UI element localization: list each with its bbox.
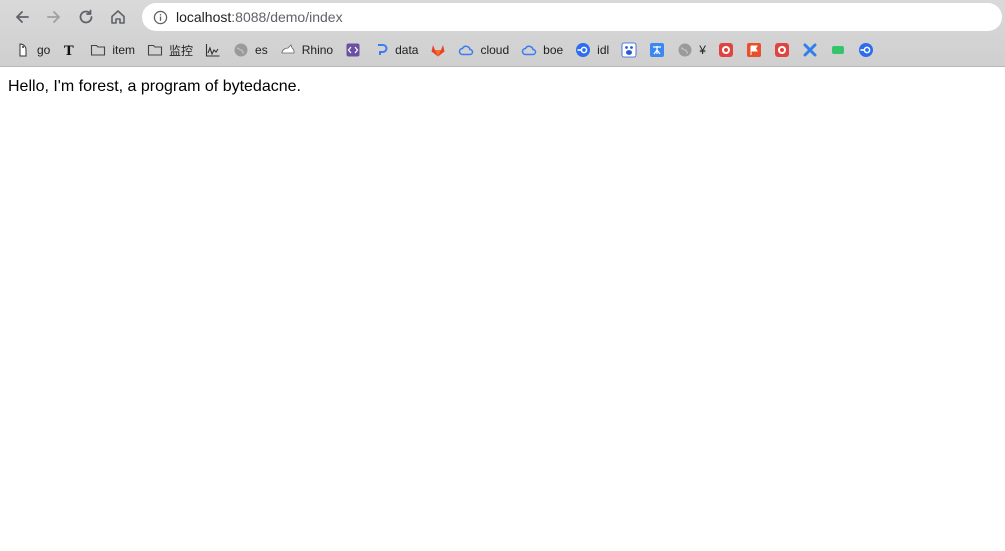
folder-icon [90, 42, 106, 58]
bookmark-item[interactable]: data [368, 38, 423, 62]
bookmark-item[interactable]: es [228, 38, 273, 62]
green-icon [830, 42, 846, 58]
bookmark-label: Rhino [301, 43, 334, 57]
bookmark-item[interactable] [797, 38, 823, 62]
nyt-icon: T [62, 42, 78, 58]
bookmark-item[interactable] [425, 38, 451, 62]
rhino-icon [280, 42, 296, 58]
bookmark-item[interactable]: idl [570, 38, 614, 62]
blue-circle-icon [858, 42, 874, 58]
url-host: localhost [176, 9, 232, 25]
bookmark-label: data [395, 43, 419, 57]
bookmark-label: cloud [480, 43, 510, 57]
bookmark-item[interactable] [616, 38, 642, 62]
bookmark-item[interactable] [853, 38, 879, 62]
globe-icon [677, 42, 693, 58]
red-app-icon [718, 42, 734, 58]
cloud-icon [458, 42, 474, 58]
globe-icon [233, 42, 249, 58]
reload-icon [79, 9, 93, 24]
data-icon [373, 42, 389, 58]
bookmark-item[interactable]: item [85, 38, 140, 62]
bookmark-label: item [112, 43, 136, 57]
info-icon[interactable] [152, 9, 168, 25]
bookmark-item[interactable] [644, 38, 670, 62]
code-icon [345, 42, 361, 58]
gitlab-icon [430, 42, 446, 58]
bookmark-label: boe [543, 43, 564, 57]
back-button[interactable] [8, 3, 36, 31]
bookmark-item[interactable]: ¥ [672, 38, 711, 62]
home-icon [111, 10, 125, 24]
blue-circle-icon [575, 42, 591, 58]
bookmark-item[interactable] [825, 38, 851, 62]
greeting-text: Hello, I'm forest, a program of bytedacn… [8, 78, 301, 95]
pulse-chart-icon [205, 42, 221, 58]
bookmark-item[interactable]: go [10, 38, 55, 62]
bookmark-item[interactable]: boe [516, 38, 568, 62]
svg-text:T: T [64, 44, 74, 58]
bookmark-item[interactable]: cloud [453, 38, 514, 62]
translate-icon [649, 42, 665, 58]
red-flag-icon [746, 42, 762, 58]
address-bar[interactable]: localhost:8088/demo/index [142, 3, 1002, 31]
red-app-icon [774, 42, 790, 58]
gopher-icon [15, 42, 31, 58]
bookmark-item[interactable] [769, 38, 795, 62]
baidu-icon [621, 42, 637, 58]
home-button[interactable] [104, 3, 132, 31]
reload-button[interactable] [72, 3, 100, 31]
bookmark-item[interactable]: 监控 [142, 38, 198, 62]
forward-arrow-icon [47, 11, 60, 23]
bookmark-label: go [37, 43, 51, 57]
bookmark-item[interactable]: T [57, 38, 83, 62]
bookmarks-bar: go Titem 监控 es Rhino data cloud boe idl ¥ [0, 34, 1005, 66]
blue-x-icon [802, 42, 818, 58]
folder-icon [147, 42, 163, 58]
bookmark-label: ¥ [699, 43, 706, 57]
forward-button[interactable] [40, 3, 68, 31]
back-arrow-icon [16, 11, 29, 23]
bookmark-item[interactable]: Rhino [275, 38, 338, 62]
url-path: :8088/demo/index [231, 9, 343, 25]
bookmark-item[interactable] [713, 38, 739, 62]
page-content: Hello, I'm forest, a program of bytedacn… [0, 67, 1005, 107]
bookmark-item[interactable] [741, 38, 767, 62]
bookmark-label: idl [597, 43, 610, 57]
browser-chrome: localhost:8088/demo/index go Titem 监控 es Rhi… [0, 0, 1005, 67]
bookmark-label: 监控 [169, 43, 194, 58]
cloud-icon [521, 42, 537, 58]
browser-toolbar: localhost:8088/demo/index [0, 0, 1005, 34]
bookmark-label: es [255, 43, 268, 57]
bookmark-item[interactable] [200, 38, 226, 62]
url-text[interactable]: localhost:8088/demo/index [176, 9, 343, 25]
bookmark-item[interactable] [340, 38, 366, 62]
